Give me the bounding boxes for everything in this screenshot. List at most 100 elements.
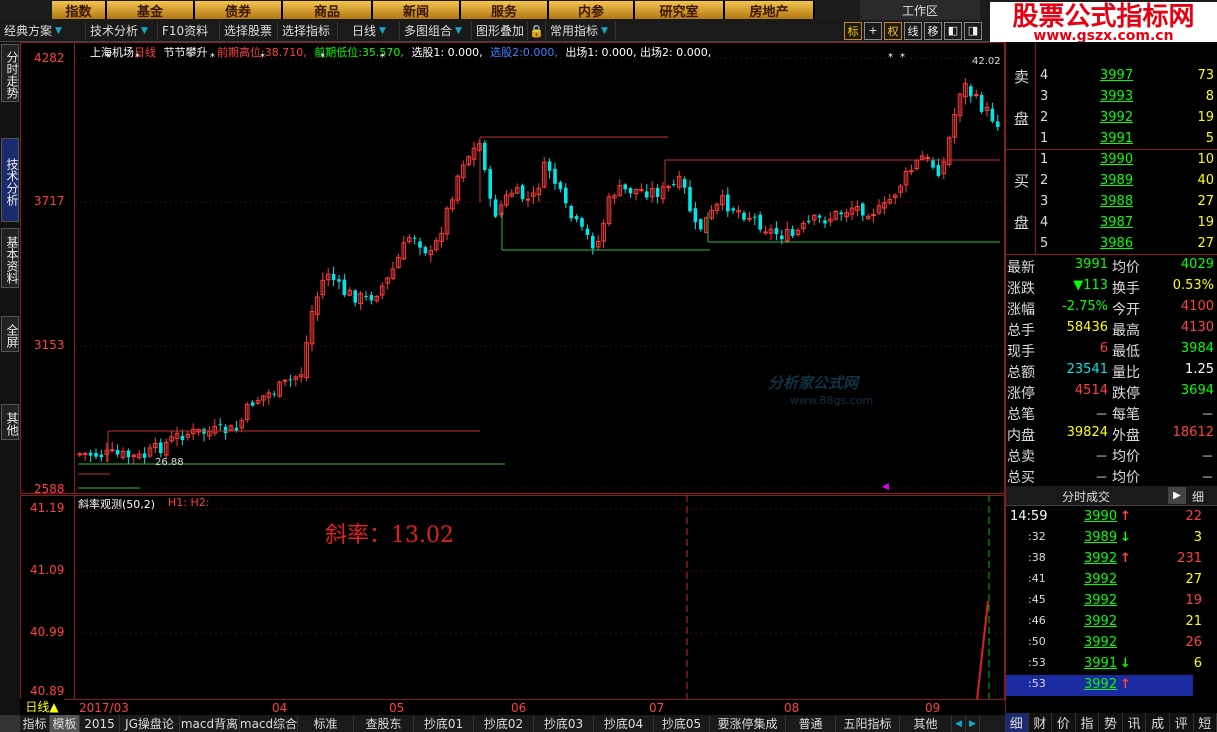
candle-body — [823, 220, 827, 224]
tick-row[interactable]: :53 3992 ↑ — [1006, 675, 1193, 696]
tab-indicator[interactable]: 指标 — [20, 715, 50, 732]
candle-body — [525, 198, 531, 201]
buy-volume: 27 — [1197, 194, 1214, 209]
f10-button[interactable]: F10资料 — [158, 21, 220, 40]
buy-row[interactable]: 1 3990 10 — [1036, 150, 1217, 171]
tick-time: :41 — [1028, 572, 1046, 585]
period-toggle[interactable]: 日线▲ — [20, 698, 64, 714]
sell-row[interactable]: 2 3992 19 — [1036, 108, 1217, 129]
multi-chart-dropdown[interactable]: 多图组合 ▼ — [400, 21, 472, 40]
tab-normal[interactable]: 普通 — [786, 715, 836, 732]
nav-bond[interactable]: 债券 — [195, 1, 283, 20]
select-stock-button[interactable]: 选择股票 — [220, 21, 278, 40]
buy-volume: 19 — [1197, 215, 1214, 230]
tick-row[interactable]: :50 3992 26 — [1006, 633, 1202, 654]
rtab-deal[interactable]: 成 — [1146, 713, 1170, 732]
tab-shareholders[interactable]: 查股东 — [354, 715, 414, 732]
tick-row[interactable]: :53 3991 ↓ 6 — [1006, 654, 1202, 675]
tab-2015[interactable]: 2015 — [80, 715, 120, 732]
period-dropdown[interactable]: 日线 ▼ — [338, 21, 400, 40]
nav-fund[interactable]: 基金 — [107, 1, 195, 20]
tab-intraday[interactable]: 分时走势 — [1, 44, 19, 102]
rtab-index[interactable]: 指 — [1076, 713, 1100, 732]
buy-row[interactable]: 5 3986 27 — [1036, 234, 1217, 255]
buy-row[interactable]: 4 3987 19 — [1036, 213, 1217, 234]
common-indicators-dropdown[interactable]: 常用指标 ▼ — [546, 21, 616, 40]
ticks-detail-button[interactable]: 细 — [1192, 488, 1204, 505]
tab-five-yang[interactable]: 五阳指标 — [836, 715, 900, 732]
select-indicator-button[interactable]: 选择指标 — [278, 21, 338, 40]
line-icon[interactable]: 线 — [904, 21, 922, 40]
tick-row[interactable]: :38 3992 ↑ 231 — [1006, 549, 1202, 570]
candle-body — [979, 94, 984, 112]
rtab-finance[interactable]: 财 — [1029, 713, 1053, 732]
workzone-button[interactable]: 工作区 — [860, 0, 980, 20]
tick-row[interactable]: 14:59 3990 ↑ 22 — [1006, 507, 1202, 528]
rtab-short[interactable]: 短 — [1194, 713, 1217, 732]
tab-fullscreen[interactable]: 全屏 — [1, 316, 19, 352]
tick-row[interactable]: :45 3992 19 — [1006, 591, 1202, 612]
scheme-dropdown[interactable]: 经典方案 ▼ — [0, 21, 86, 40]
kline-chart-panel[interactable]: 上海机场日线 节节攀升 前期高位:38.710, 前期低位:35.570, 选股… — [20, 42, 1005, 496]
rtab-news[interactable]: 讯 — [1123, 713, 1147, 732]
nav-research[interactable]: 研究室 — [635, 1, 725, 20]
scroll-right-icon[interactable]: ▶ — [966, 715, 980, 732]
crosshair-icon[interactable]: + — [864, 21, 882, 40]
rtab-trend[interactable]: 势 — [1099, 713, 1123, 732]
buy-row[interactable]: 2 3989 40 — [1036, 171, 1217, 192]
tab-fundamentals[interactable]: 基本资料 — [1, 228, 19, 288]
scroll-left-icon[interactable]: ◀ — [952, 715, 966, 732]
tab-standard[interactable]: 标准 — [298, 715, 354, 732]
tab-template[interactable]: 模板 — [50, 715, 80, 732]
mark-icon[interactable]: 标 — [844, 21, 862, 40]
tick-row[interactable]: :32 3989 ↓ 3 — [1006, 528, 1202, 549]
tab-bottom01[interactable]: 抄底01 — [414, 715, 474, 732]
stat-value: － — [1094, 471, 1108, 486]
nav-news[interactable]: 新闻 — [373, 1, 461, 20]
signal-marker-icon: * — [210, 52, 215, 63]
tick-row[interactable]: :46 3992 21 — [1006, 612, 1202, 633]
left-panel-icon[interactable]: ◧ — [944, 21, 962, 40]
nav-commodity[interactable]: 商品 — [283, 1, 373, 20]
sell-row[interactable]: 4 3997 73 — [1036, 66, 1217, 87]
tab-bottom02[interactable]: 抄底02 — [474, 715, 534, 732]
buy-row[interactable]: 3 3988 27 — [1036, 192, 1217, 213]
right-panel-icon[interactable]: ◨ — [964, 21, 982, 40]
overlay-button[interactable]: 图形叠加 — [472, 21, 528, 40]
rights-icon[interactable]: 权 — [884, 21, 902, 40]
lock-icon[interactable]: 🔒 — [528, 21, 546, 40]
expand-arrow-icon[interactable]: ▶ — [1168, 487, 1186, 504]
tab-macd-divergence[interactable]: macd背离 — [180, 715, 240, 732]
date-month: 07 — [649, 701, 665, 715]
tab-limit-up[interactable]: 要涨停集成 — [710, 715, 786, 732]
rtab-review[interactable]: 评 — [1170, 713, 1194, 732]
tick-direction-icon: ↓ — [1120, 656, 1131, 671]
stat-row: 总笔 － 每笔 － — [1006, 403, 1217, 424]
tech-analysis-dropdown[interactable]: 技术分析 ▼ — [86, 21, 158, 40]
slope-indicator-panel[interactable]: 斜率观测(50,2) H1: H2: 斜率：13.02 41.19 41.09 … — [20, 495, 1005, 701]
tab-bottom05[interactable]: 抄底05 — [654, 715, 710, 732]
nav-service[interactable]: 服务 — [461, 1, 549, 20]
sell-level: 2 — [1040, 110, 1049, 125]
nav-insider[interactable]: 内参 — [549, 1, 635, 20]
sell-row[interactable]: 1 3991 5 — [1036, 129, 1217, 150]
tab-other-bottom[interactable]: 其他 — [900, 715, 952, 732]
nav-index[interactable]: 指数 — [52, 1, 107, 20]
buy-level: 2 — [1040, 173, 1049, 188]
rtab-detail[interactable]: 细 — [1005, 713, 1029, 732]
tab-macd-combo[interactable]: macd综合 — [240, 715, 298, 732]
tab-jg[interactable]: JG操盘论 — [120, 715, 180, 732]
tab-technical[interactable]: 技术分析 — [1, 138, 19, 222]
tab-bottom04[interactable]: 抄底04 — [594, 715, 654, 732]
tick-time: :50 — [1028, 635, 1046, 648]
tick-row[interactable]: :41 3992 27 — [1006, 570, 1202, 591]
sell-row[interactable]: 3 3993 8 — [1036, 87, 1217, 108]
tab-bottom03[interactable]: 抄底03 — [534, 715, 594, 732]
rtab-price[interactable]: 价 — [1052, 713, 1076, 732]
tick-volume: 22 — [1185, 509, 1202, 524]
nav-realestate[interactable]: 房地产 — [725, 1, 815, 20]
tab-other[interactable]: 其他 — [1, 404, 19, 440]
move-icon[interactable]: 移 — [924, 21, 942, 40]
signal-marker-icon: * — [260, 52, 265, 63]
